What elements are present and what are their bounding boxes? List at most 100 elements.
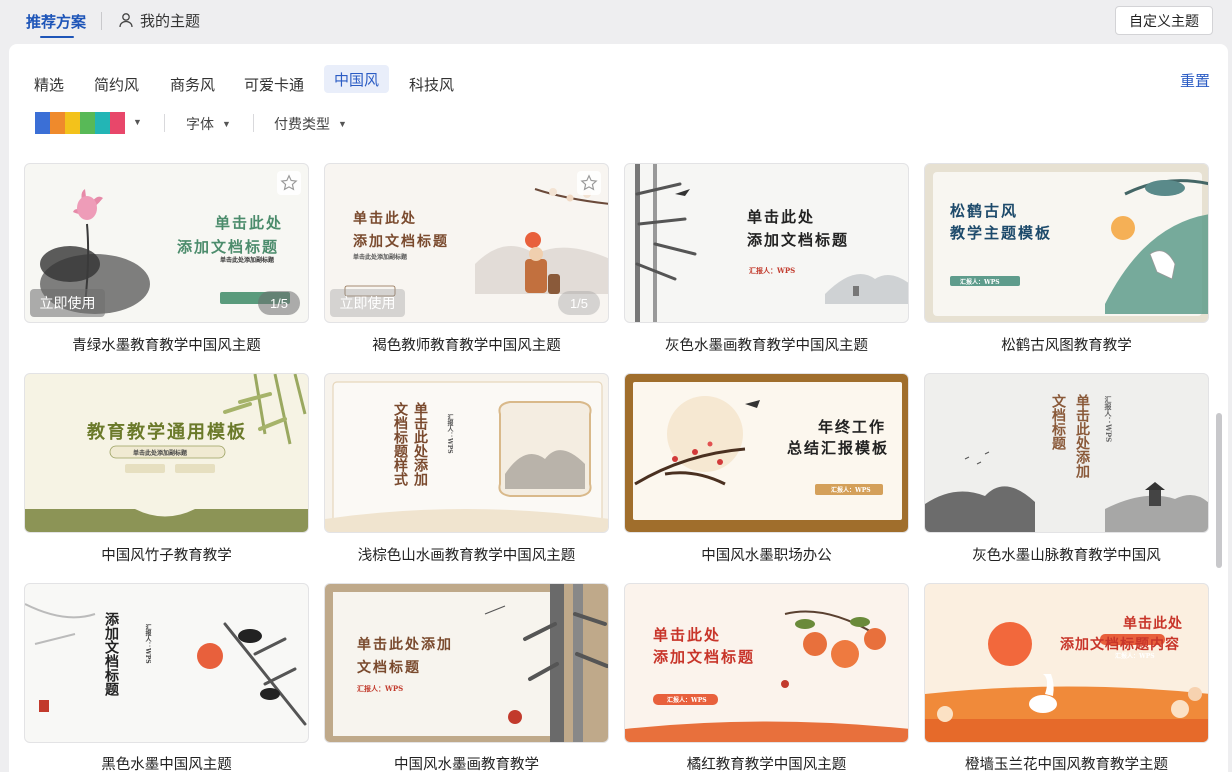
theme-card-6[interactable]: 单击此处添加 文档标题样式 汇报人：WPS [324, 373, 609, 533]
card-2-thumb-subtitle: 单击此处添加副标题 [353, 254, 408, 261]
tab-recommended[interactable]: 推荐方案 [26, 11, 86, 32]
theme-card-10[interactable]: 单击此处添加 文档标题 汇报人：WPS [324, 583, 609, 743]
tab-my-themes-label: 我的主题 [140, 12, 201, 30]
card-10-thumb-title-line2: 文档标题 [357, 660, 421, 676]
card-11-thumb-title-line2: 添加文档标题 [653, 648, 756, 666]
favorite-star-icon[interactable] [577, 171, 601, 195]
card-9-thumb-title-line1: 添加文档标题 [103, 612, 119, 696]
filter-divider [164, 114, 165, 132]
theme-card-1[interactable]: 单击此处 添加文档标题 单击此处添加副标题 立即使用 1/5 [24, 163, 309, 323]
card-7-title: 中国风水墨职场办公 [701, 548, 832, 564]
category-cute-cartoon[interactable]: 可爱卡通 [244, 70, 304, 98]
card-4-thumb-title-line1: 松鹤古风 [950, 202, 1019, 220]
theme-card-7[interactable]: 年终工作 总结汇报模板 汇报人：WPS [624, 373, 909, 533]
color-swatch-4[interactable] [80, 112, 95, 134]
card-2-title: 褐色教师教育教学中国风主题 [372, 338, 561, 354]
card-3-thumb-title-line1: 单击此处 [747, 208, 816, 226]
tab-divider [101, 12, 102, 30]
top-bar: 推荐方案 我的主题 自定义主题 [0, 0, 1232, 44]
card-1-thumb-subtitle: 单击此处添加副标题 [220, 257, 275, 264]
theme-card-12[interactable]: 单击此处 添加文档标题内容 汇报人：WPS [924, 583, 1209, 743]
card-6-thumbnail [325, 381, 608, 532]
category-chinese-style[interactable]: 中国风 [324, 65, 390, 93]
card-1-title: 青绿水墨教育教学中国风主题 [72, 338, 261, 354]
color-filter[interactable] [35, 112, 125, 134]
card-6-thumb-title-line2: 文档标题样式 [392, 402, 408, 486]
use-now-button[interactable]: 立即使用 [330, 289, 405, 317]
card-5-thumb-title-line1: 教育教学通用模板 [87, 422, 247, 443]
color-dropdown-caret-icon[interactable]: ▼ [133, 117, 142, 127]
card-1-thumb-title-line2: 添加文档标题 [177, 238, 280, 256]
font-filter[interactable]: 字体 ▼ [186, 114, 231, 134]
card-10-thumb-subtitle: 汇报人：WPS [357, 684, 404, 693]
theme-card-2[interactable]: 单击此处 添加文档标题 单击此处添加副标题 立即使用 1/5 [324, 163, 609, 323]
color-swatches [35, 112, 125, 134]
card-4-thumb-title-line2: 教学主题模板 [950, 224, 1053, 242]
card-9-thumb-subtitle: 汇报人：WPS [144, 624, 151, 664]
reset-link[interactable]: 重置 [1180, 70, 1210, 90]
card-12-thumb-title-line1: 单击此处 [1123, 616, 1183, 632]
category-business[interactable]: 商务风 [170, 70, 215, 98]
card-9-title: 黑色水墨中国风主题 [101, 757, 232, 772]
card-12-title: 橙墙玉兰花中国风教育教学主题 [965, 757, 1168, 772]
font-filter-label: 字体 [186, 116, 214, 132]
page-count-badge: 1/5 [258, 291, 300, 315]
card-9-thumbnail [25, 603, 307, 726]
card-7-thumb-title-line2: 总结汇报模板 [787, 439, 890, 457]
vertical-scrollbar[interactable] [1216, 413, 1222, 568]
color-swatch-1[interactable] [35, 112, 50, 134]
card-5-thumb-subtitle: 单击此处添加副标题 [133, 450, 188, 457]
card-3-thumb-title-line2: 添加文档标题 [747, 231, 850, 249]
card-7-thumb-subtitle: 汇报人：WPS [831, 487, 871, 494]
theme-card-5[interactable]: 教育教学通用模板 单击此处添加副标题 [24, 373, 309, 533]
color-swatch-5[interactable] [95, 112, 110, 134]
user-icon [119, 13, 133, 28]
pay-type-dropdown-caret-icon: ▼ [338, 119, 347, 129]
category-tech[interactable]: 科技风 [409, 70, 454, 98]
card-11-thumb-title-line1: 单击此处 [653, 626, 722, 644]
card-1-thumb-title-line1: 单击此处 [215, 214, 284, 232]
filter-divider [253, 114, 254, 132]
card-12-thumbnail [925, 622, 1208, 742]
pay-type-filter[interactable]: 付费类型 ▼ [274, 114, 347, 134]
card-2-thumb-title-line1: 单击此处 [353, 211, 417, 227]
card-2-thumb-title-line2: 添加文档标题 [353, 234, 449, 250]
card-8-thumb-subtitle: 汇报人：WPS [1104, 396, 1113, 443]
active-tab-indicator [40, 36, 74, 38]
theme-card-11[interactable]: 单击此处 添加文档标题 汇报人：WPS [624, 583, 909, 743]
color-swatch-3[interactable] [65, 112, 80, 134]
page-count-badge: 1/5 [558, 291, 600, 315]
color-swatch-6[interactable] [110, 112, 125, 134]
card-3-thumb-subtitle: 汇报人：WPS [749, 266, 796, 275]
card-8-thumbnail [925, 451, 1208, 532]
theme-card-4[interactable]: 松鹤古风 教学主题模板 汇报人：WPS [924, 163, 1209, 323]
card-12-thumb-subtitle: 汇报人：WPS [1115, 653, 1155, 660]
card-4-thumb-subtitle: 汇报人：WPS [960, 279, 1000, 286]
card-10-thumb-title-line1: 单击此处添加 [357, 637, 453, 653]
font-dropdown-caret-icon: ▼ [222, 119, 231, 129]
color-swatch-2[interactable] [50, 112, 65, 134]
theme-card-8[interactable]: 单击此处添加 文档标题 汇报人：WPS [924, 373, 1209, 533]
card-8-title: 灰色水墨山脉教育教学中国风 [972, 548, 1161, 564]
card-6-title: 浅棕色山水画教育教学中国风主题 [357, 548, 576, 564]
theme-card-3[interactable]: 单击此处 添加文档标题 汇报人：WPS [624, 163, 909, 323]
card-7-thumb-title-line1: 年终工作 [818, 418, 887, 436]
card-10-title: 中国风水墨画教育教学 [394, 757, 539, 772]
card-8-thumb-title-line2: 文档标题 [1050, 394, 1066, 450]
pay-type-filter-label: 付费类型 [274, 116, 330, 132]
card-11-title: 橘红教育教学中国风主题 [686, 757, 847, 772]
card-4-thumbnail [925, 164, 1208, 322]
custom-theme-button[interactable]: 自定义主题 [1115, 6, 1213, 35]
category-featured[interactable]: 精选 [34, 70, 64, 98]
card-6-thumb-subtitle: 汇报人：WPS [446, 414, 453, 454]
tab-my-themes[interactable]: 我的主题 [118, 10, 200, 30]
card-4-title: 松鹤古风图教育教学 [1001, 338, 1132, 354]
card-8-thumb-title-line1: 单击此处添加 [1074, 394, 1090, 478]
theme-card-9[interactable]: 添加文档标题 汇报人：WPS [24, 583, 309, 743]
category-minimal[interactable]: 简约风 [94, 70, 139, 98]
card-3-title: 灰色水墨画教育教学中国风主题 [665, 338, 868, 354]
card-11-thumb-subtitle: 汇报人：WPS [667, 697, 707, 704]
card-5-title: 中国风竹子教育教学 [101, 548, 232, 564]
favorite-star-icon[interactable] [277, 171, 301, 195]
use-now-button[interactable]: 立即使用 [30, 289, 105, 317]
